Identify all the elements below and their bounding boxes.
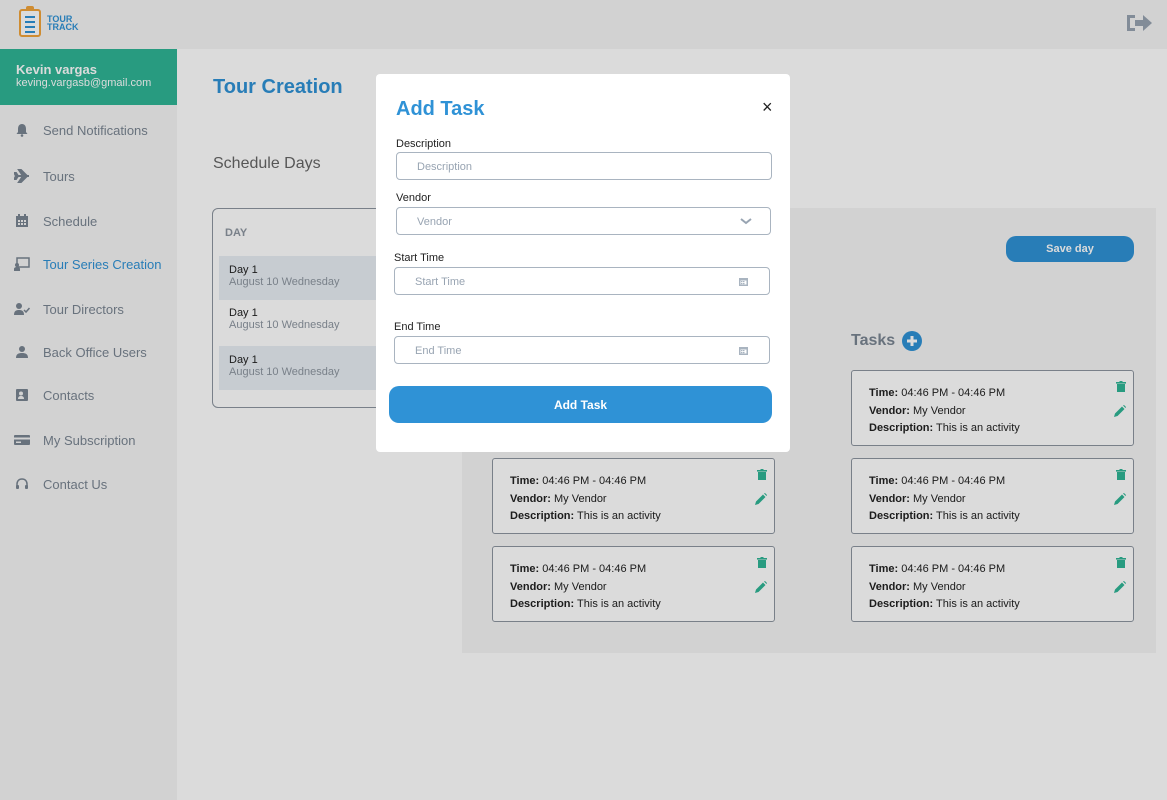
end-time-field-label: End Time [394,321,441,333]
vendor-select[interactable]: Vendor [396,207,771,235]
description-input[interactable]: Description [396,152,772,180]
start-time-placeholder: Start Time [415,276,466,288]
calendar-icon [739,278,748,286]
start-time-input[interactable]: Start Time [394,267,770,295]
add-task-button[interactable]: Add Task [389,386,772,423]
vendor-placeholder: Vendor [417,216,452,228]
add-task-modal: Add Task × Description Description Vendo… [376,74,790,452]
description-field-label: Description [396,138,452,150]
end-time-input[interactable]: End Time [394,336,770,364]
start-time-field-label: Start Time [394,252,445,264]
chevron-down-icon [740,218,752,225]
calendar-icon [739,347,748,355]
close-icon[interactable]: × [762,98,773,116]
end-time-placeholder: End Time [415,345,462,357]
vendor-field-label: Vendor [396,192,431,204]
modal-title: Add Task [396,98,485,120]
